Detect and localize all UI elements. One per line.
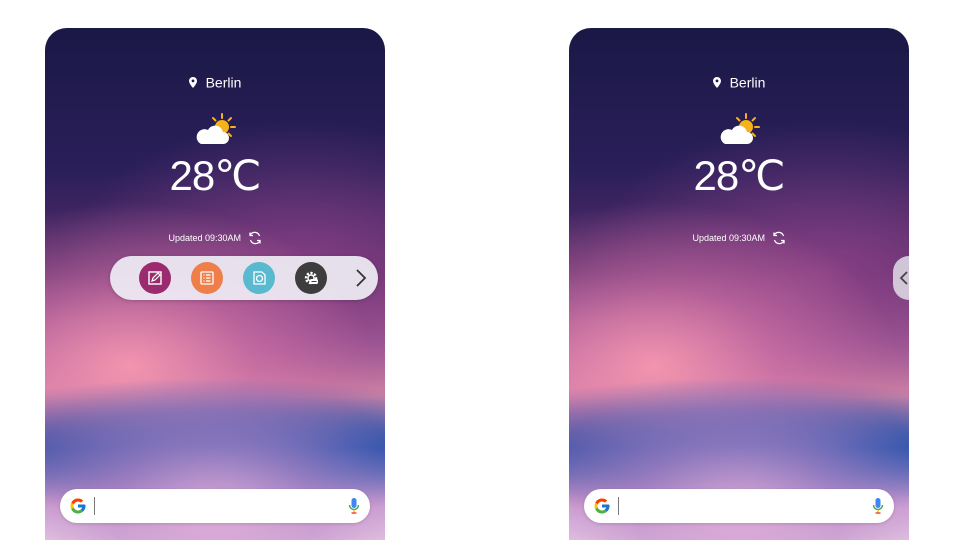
updated-label: Updated 09:30AM [168, 233, 242, 243]
edge-panel-handle[interactable] [893, 256, 909, 300]
refresh-icon[interactable] [772, 231, 786, 245]
home-screen-left: Berlin 28℃ Updated 09:30AM [45, 28, 385, 540]
pencil-square-icon [148, 271, 162, 285]
updated-time: Updated 09:30AM [45, 231, 385, 245]
location-pin-icon [712, 76, 721, 88]
camera-app-button[interactable] [243, 262, 275, 294]
temperature: 28℃ [169, 152, 262, 199]
google-icon [594, 498, 610, 514]
refresh-icon[interactable] [248, 231, 262, 245]
location-city: Berlin [729, 74, 766, 91]
updated-time: Updated 09:30AM [569, 231, 909, 245]
microphone-icon[interactable] [348, 497, 360, 515]
partly-sunny-icon [196, 113, 236, 144]
edit-app-button[interactable] [139, 262, 171, 294]
location: Berlin [45, 73, 385, 90]
app-dock [110, 256, 378, 300]
microphone-icon[interactable] [872, 497, 884, 515]
gear-icon [304, 271, 318, 285]
text-cursor [618, 497, 619, 515]
search-bar[interactable] [60, 489, 370, 523]
chevron-left-icon [899, 271, 908, 285]
search-bar[interactable] [584, 489, 894, 523]
list-icon [200, 271, 214, 285]
location: Berlin [569, 73, 909, 90]
partly-sunny-icon [720, 113, 760, 144]
text-cursor [94, 497, 95, 515]
camera-icon [253, 271, 266, 285]
location-city: Berlin [205, 74, 242, 91]
google-icon [70, 498, 86, 514]
location-pin-icon [188, 76, 197, 88]
updated-label: Updated 09:30AM [692, 233, 766, 243]
chevron-right-icon[interactable] [354, 267, 368, 289]
list-app-button[interactable] [191, 262, 223, 294]
temperature: 28℃ [693, 152, 786, 199]
settings-app-button[interactable] [295, 262, 327, 294]
home-screen-right: Berlin 28℃ Updated 09:30AM [569, 28, 909, 540]
